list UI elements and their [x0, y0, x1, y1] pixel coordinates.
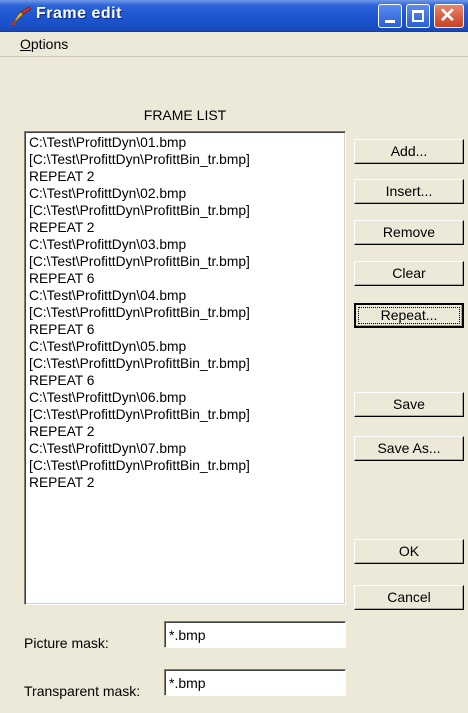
- picture-mask-input[interactable]: [164, 621, 346, 648]
- list-item[interactable]: [C:\Test\ProfittDyn\ProfittBin_tr.bmp]: [29, 406, 345, 423]
- list-item[interactable]: [C:\Test\ProfittDyn\ProfittBin_tr.bmp]: [29, 304, 345, 321]
- list-item[interactable]: [C:\Test\ProfittDyn\ProfittBin_tr.bmp]: [29, 253, 345, 270]
- list-item[interactable]: C:\Test\ProfittDyn\03.bmp: [29, 236, 345, 253]
- save-button[interactable]: Save: [354, 392, 464, 417]
- list-item[interactable]: C:\Test\ProfittDyn\07.bmp: [29, 440, 345, 457]
- close-icon: ✕: [439, 5, 456, 27]
- list-item[interactable]: [C:\Test\ProfittDyn\ProfittBin_tr.bmp]: [29, 355, 345, 372]
- pen-icon: [11, 6, 32, 25]
- minimize-icon: [385, 20, 395, 23]
- ok-button[interactable]: OK: [354, 539, 464, 564]
- list-item[interactable]: REPEAT 6: [29, 270, 345, 287]
- list-item[interactable]: C:\Test\ProfittDyn\01.bmp: [29, 134, 345, 151]
- frame-edit-window: Frame edit ✕ Options FRAME LIST C:\Test\…: [0, 0, 468, 713]
- transparent-mask-input[interactable]: [164, 669, 346, 696]
- add-button[interactable]: Add...: [354, 139, 464, 164]
- transparent-mask-label: Transparent mask:: [24, 683, 141, 699]
- menu-options[interactable]: Options: [20, 36, 68, 52]
- list-item[interactable]: [C:\Test\ProfittDyn\ProfittBin_tr.bmp]: [29, 457, 345, 474]
- menu-bar: Options: [0, 32, 468, 57]
- frame-list-title: FRAME LIST: [143, 107, 227, 123]
- maximize-button[interactable]: [406, 4, 430, 28]
- list-item[interactable]: REPEAT 2: [29, 219, 345, 236]
- title-bar[interactable]: Frame edit ✕: [0, 0, 468, 32]
- menu-options-accelerator: O: [20, 36, 31, 52]
- list-item[interactable]: C:\Test\ProfittDyn\02.bmp: [29, 185, 345, 202]
- list-item[interactable]: REPEAT 2: [29, 474, 345, 491]
- insert-button[interactable]: Insert...: [354, 179, 464, 204]
- list-item[interactable]: C:\Test\ProfittDyn\04.bmp: [29, 287, 345, 304]
- list-item[interactable]: REPEAT 6: [29, 372, 345, 389]
- picture-mask-label: Picture mask:: [24, 635, 109, 651]
- clear-button[interactable]: Clear: [354, 261, 464, 286]
- list-item[interactable]: REPEAT 2: [29, 168, 345, 185]
- repeat-button[interactable]: Repeat...: [354, 303, 464, 328]
- save-as-button[interactable]: Save As...: [354, 436, 464, 461]
- remove-button[interactable]: Remove: [354, 220, 464, 245]
- close-button[interactable]: ✕: [434, 4, 464, 28]
- list-item[interactable]: C:\Test\ProfittDyn\05.bmp: [29, 338, 345, 355]
- minimize-button[interactable]: [378, 4, 402, 28]
- list-item[interactable]: REPEAT 2: [29, 423, 345, 440]
- frame-list-items: C:\Test\ProfittDyn\01.bmp [C:\Test\Profit…: [25, 132, 345, 491]
- list-item[interactable]: [C:\Test\ProfittDyn\ProfittBin_tr.bmp]: [29, 151, 345, 168]
- maximize-icon: [412, 10, 424, 22]
- list-item[interactable]: REPEAT 6: [29, 321, 345, 338]
- menu-options-label: ptions: [30, 36, 69, 52]
- list-item[interactable]: C:\Test\ProfittDyn\06.bmp: [29, 389, 345, 406]
- list-item[interactable]: [C:\Test\ProfittDyn\ProfittBin_tr.bmp]: [29, 202, 345, 219]
- window-title: Frame edit: [36, 5, 122, 22]
- cancel-button[interactable]: Cancel: [354, 585, 464, 610]
- frame-listbox[interactable]: C:\Test\ProfittDyn\01.bmp [C:\Test\Profit…: [24, 131, 346, 605]
